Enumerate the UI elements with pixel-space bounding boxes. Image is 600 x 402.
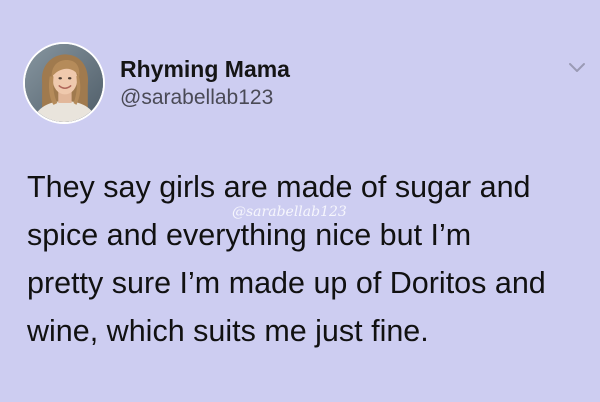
avatar[interactable] [23, 42, 105, 124]
tweet-text-line: pretty sure I’m made up of Doritos and [27, 266, 546, 300]
tweet-card: Rhyming Mama @sarabellab123 They say gir… [0, 0, 600, 402]
profile-photo-icon [25, 44, 103, 122]
display-name[interactable]: Rhyming Mama [120, 56, 290, 83]
username-handle[interactable]: @sarabellab123 [120, 86, 273, 110]
tweet-text: They say girls are made of sugar and spi… [27, 163, 589, 355]
watermark: @sarabellab123 [232, 204, 347, 220]
chevron-down-icon[interactable] [566, 56, 588, 78]
tweet-text-line: wine, which suits me just fine. [27, 314, 429, 348]
